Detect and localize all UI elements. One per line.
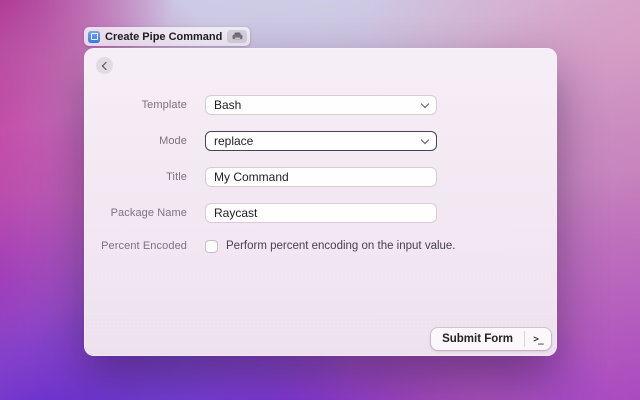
tag-accessory-chip[interactable] <box>227 30 247 43</box>
chevron-down-icon <box>421 99 429 107</box>
terminal-prompt-icon: >_ <box>533 334 542 345</box>
form-row-package-name: Package Name <box>84 203 557 223</box>
package-name-label: Package Name <box>84 207 187 219</box>
percent-encoded-checkbox[interactable] <box>205 240 218 253</box>
mode-label: Mode <box>84 135 187 147</box>
raycast-form-window: Template Bash Mode replace Title Package… <box>84 48 557 356</box>
pipe-command-form: Template Bash Mode replace Title Package… <box>84 95 557 253</box>
form-row-percent-encoded: Percent Encoded Perform percent encoding… <box>84 239 557 253</box>
submit-form-label: Submit Form <box>442 333 513 345</box>
chevron-left-icon <box>101 61 109 69</box>
percent-encoded-label: Percent Encoded <box>84 240 187 252</box>
form-row-template: Template Bash <box>84 95 557 115</box>
mode-dropdown[interactable]: replace <box>205 131 437 151</box>
actions-terminal-button[interactable]: >_ <box>525 328 551 350</box>
command-tag-title: Create Pipe Command <box>105 31 222 43</box>
form-row-title: Title <box>84 167 557 187</box>
terminal-app-icon <box>88 31 100 43</box>
form-row-mode: Mode replace <box>84 131 557 151</box>
percent-encoded-description: Perform percent encoding on the input va… <box>226 240 456 252</box>
mode-dropdown-value: replace <box>214 134 253 148</box>
chevron-down-icon <box>421 135 429 143</box>
back-button[interactable] <box>96 57 113 74</box>
title-label: Title <box>84 171 187 183</box>
template-dropdown-value: Bash <box>214 98 241 112</box>
template-label: Template <box>84 99 187 111</box>
command-tag[interactable]: Create Pipe Command <box>84 27 250 46</box>
template-dropdown[interactable]: Bash <box>205 95 437 115</box>
footer-action-group: Submit Form >_ <box>431 328 551 350</box>
title-input[interactable] <box>205 167 437 187</box>
package-name-input[interactable] <box>205 203 437 223</box>
submit-form-button[interactable]: Submit Form <box>431 328 524 350</box>
printer-icon <box>232 32 243 41</box>
